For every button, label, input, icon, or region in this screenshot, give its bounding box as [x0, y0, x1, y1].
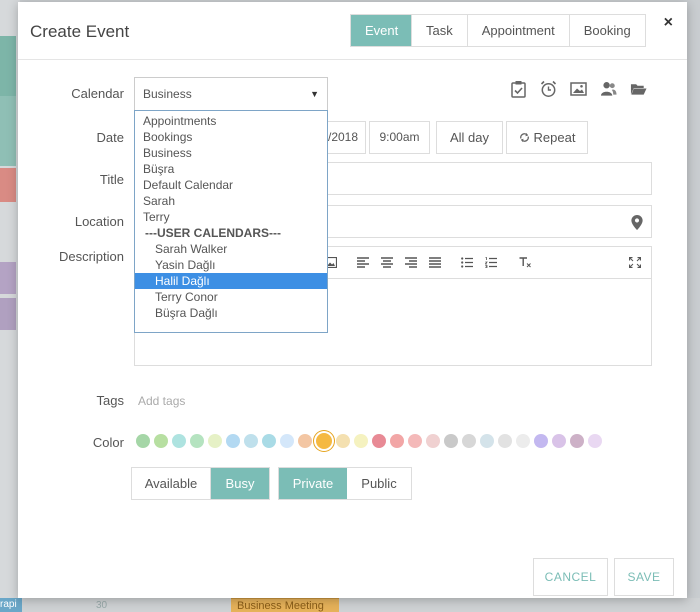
align-right-icon[interactable]	[405, 257, 417, 268]
tags-label: Tags	[96, 393, 124, 408]
color-swatch[interactable]	[336, 434, 350, 448]
event-options-icons	[510, 80, 647, 98]
folder-open-icon[interactable]	[630, 80, 647, 98]
start-time-field[interactable]: 9:00am	[369, 121, 430, 154]
color-swatch[interactable]	[372, 434, 386, 448]
color-swatch[interactable]	[552, 434, 566, 448]
dropdown-option[interactable]: Terry	[135, 209, 327, 225]
dropdown-option[interactable]: Büşra	[135, 161, 327, 177]
calendar-select[interactable]: Business ▼	[134, 77, 328, 111]
close-button[interactable]: ×	[664, 14, 673, 32]
public-button[interactable]: Public	[347, 468, 411, 499]
color-swatch[interactable]	[426, 434, 440, 448]
background-event-block	[0, 96, 16, 166]
busy-button[interactable]: Busy	[211, 468, 269, 499]
all-day-button[interactable]: All day	[436, 121, 503, 154]
location-label: Location	[74, 214, 124, 229]
color-swatch[interactable]	[280, 434, 294, 448]
dropdown-option[interactable]: Sarah	[135, 193, 327, 209]
tab-booking[interactable]: Booking	[569, 15, 645, 46]
align-left-icon[interactable]	[357, 257, 369, 268]
cancel-button[interactable]: CANCEL	[533, 558, 608, 596]
dropdown-option[interactable]: Default Calendar	[135, 177, 327, 193]
color-swatch[interactable]	[444, 434, 458, 448]
color-swatch[interactable]	[136, 434, 150, 448]
modal-header: Create Event Event Task Appointment Book…	[18, 2, 687, 60]
background-side-label: rapi	[0, 598, 22, 612]
background-day-number: 30	[96, 600, 108, 611]
repeat-icon	[519, 132, 529, 143]
repeat-button[interactable]: Repeat	[506, 121, 588, 154]
modal-title: Create Event	[30, 22, 130, 41]
color-swatch[interactable]	[588, 434, 602, 448]
color-swatch[interactable]	[154, 434, 168, 448]
visibility-toggle: Private Public	[278, 467, 412, 500]
background-event-block	[0, 168, 16, 202]
color-label: Color	[92, 435, 124, 450]
color-swatch[interactable]	[408, 434, 422, 448]
color-swatch[interactable]	[172, 434, 186, 448]
dropdown-option[interactable]: Bookings	[135, 129, 327, 145]
color-swatch[interactable]	[480, 434, 494, 448]
dropdown-option[interactable]: Yasin Dağlı	[135, 257, 327, 273]
users-icon[interactable]	[600, 80, 617, 98]
color-swatch[interactable]	[226, 434, 240, 448]
background-event-block	[0, 262, 16, 294]
dropdown-group-header: ---USER CALENDARS---	[145, 226, 281, 240]
image-icon[interactable]	[570, 80, 587, 98]
dropdown-option[interactable]: Appointments	[135, 113, 327, 129]
color-swatch[interactable]	[498, 434, 512, 448]
background-event-block	[0, 36, 16, 96]
color-swatches	[136, 433, 602, 449]
color-swatch[interactable]	[262, 434, 276, 448]
available-button[interactable]: Available	[132, 468, 211, 499]
availability-toggle: Available Busy	[131, 467, 270, 500]
align-justify-icon[interactable]	[429, 257, 441, 268]
numbered-list-icon[interactable]	[485, 257, 497, 268]
align-center-icon[interactable]	[381, 257, 393, 268]
create-event-modal: Create Event Event Task Appointment Book…	[18, 2, 687, 598]
color-swatch[interactable]	[244, 434, 258, 448]
dropdown-option[interactable]: Business	[135, 145, 327, 161]
save-button[interactable]: SAVE	[614, 558, 674, 596]
color-swatch[interactable]	[534, 434, 548, 448]
dropdown-option[interactable]: Terry Conor	[135, 289, 327, 305]
calendar-label: Calendar	[71, 86, 124, 101]
dropdown-option[interactable]: Büşra Dağlı	[135, 305, 327, 321]
alarm-clock-icon[interactable]	[540, 80, 557, 98]
color-swatch[interactable]	[462, 434, 476, 448]
color-swatch[interactable]	[190, 434, 204, 448]
color-swatch[interactable]	[390, 434, 404, 448]
map-pin-icon	[631, 215, 643, 230]
tags-input[interactable]: Add tags	[138, 394, 185, 408]
event-type-tabs: Event Task Appointment Booking	[350, 14, 646, 47]
date-label: Date	[96, 130, 124, 145]
repeat-label: Repeat	[533, 130, 576, 145]
color-swatch[interactable]	[516, 434, 530, 448]
color-swatch[interactable]	[570, 434, 584, 448]
caret-down-icon: ▼	[310, 89, 319, 99]
tab-event[interactable]: Event	[351, 15, 412, 46]
fullscreen-icon[interactable]	[629, 257, 641, 268]
color-swatch[interactable]	[354, 434, 368, 448]
bullet-list-icon[interactable]	[461, 257, 473, 268]
description-label: Description	[58, 249, 124, 264]
clipboard-check-icon[interactable]	[510, 80, 527, 98]
color-swatch[interactable]	[298, 434, 312, 448]
color-swatch[interactable]	[316, 433, 332, 449]
background-event-chip: Business Meeting	[231, 598, 339, 612]
dropdown-option[interactable]: Sarah Walker	[135, 241, 327, 257]
title-label: Title	[99, 172, 124, 187]
calendar-dropdown-list: Appointments Bookings Business Büşra Default…	[134, 110, 328, 333]
tab-task[interactable]: Task	[412, 15, 468, 46]
background-event-block	[0, 298, 16, 330]
tab-appointment[interactable]: Appointment	[467, 15, 570, 46]
clear-formatting-icon[interactable]	[519, 257, 531, 268]
color-swatch[interactable]	[208, 434, 222, 448]
calendar-select-value: Business	[143, 87, 192, 101]
dropdown-option[interactable]: Halil Dağlı	[135, 273, 327, 289]
private-button[interactable]: Private	[279, 468, 347, 499]
